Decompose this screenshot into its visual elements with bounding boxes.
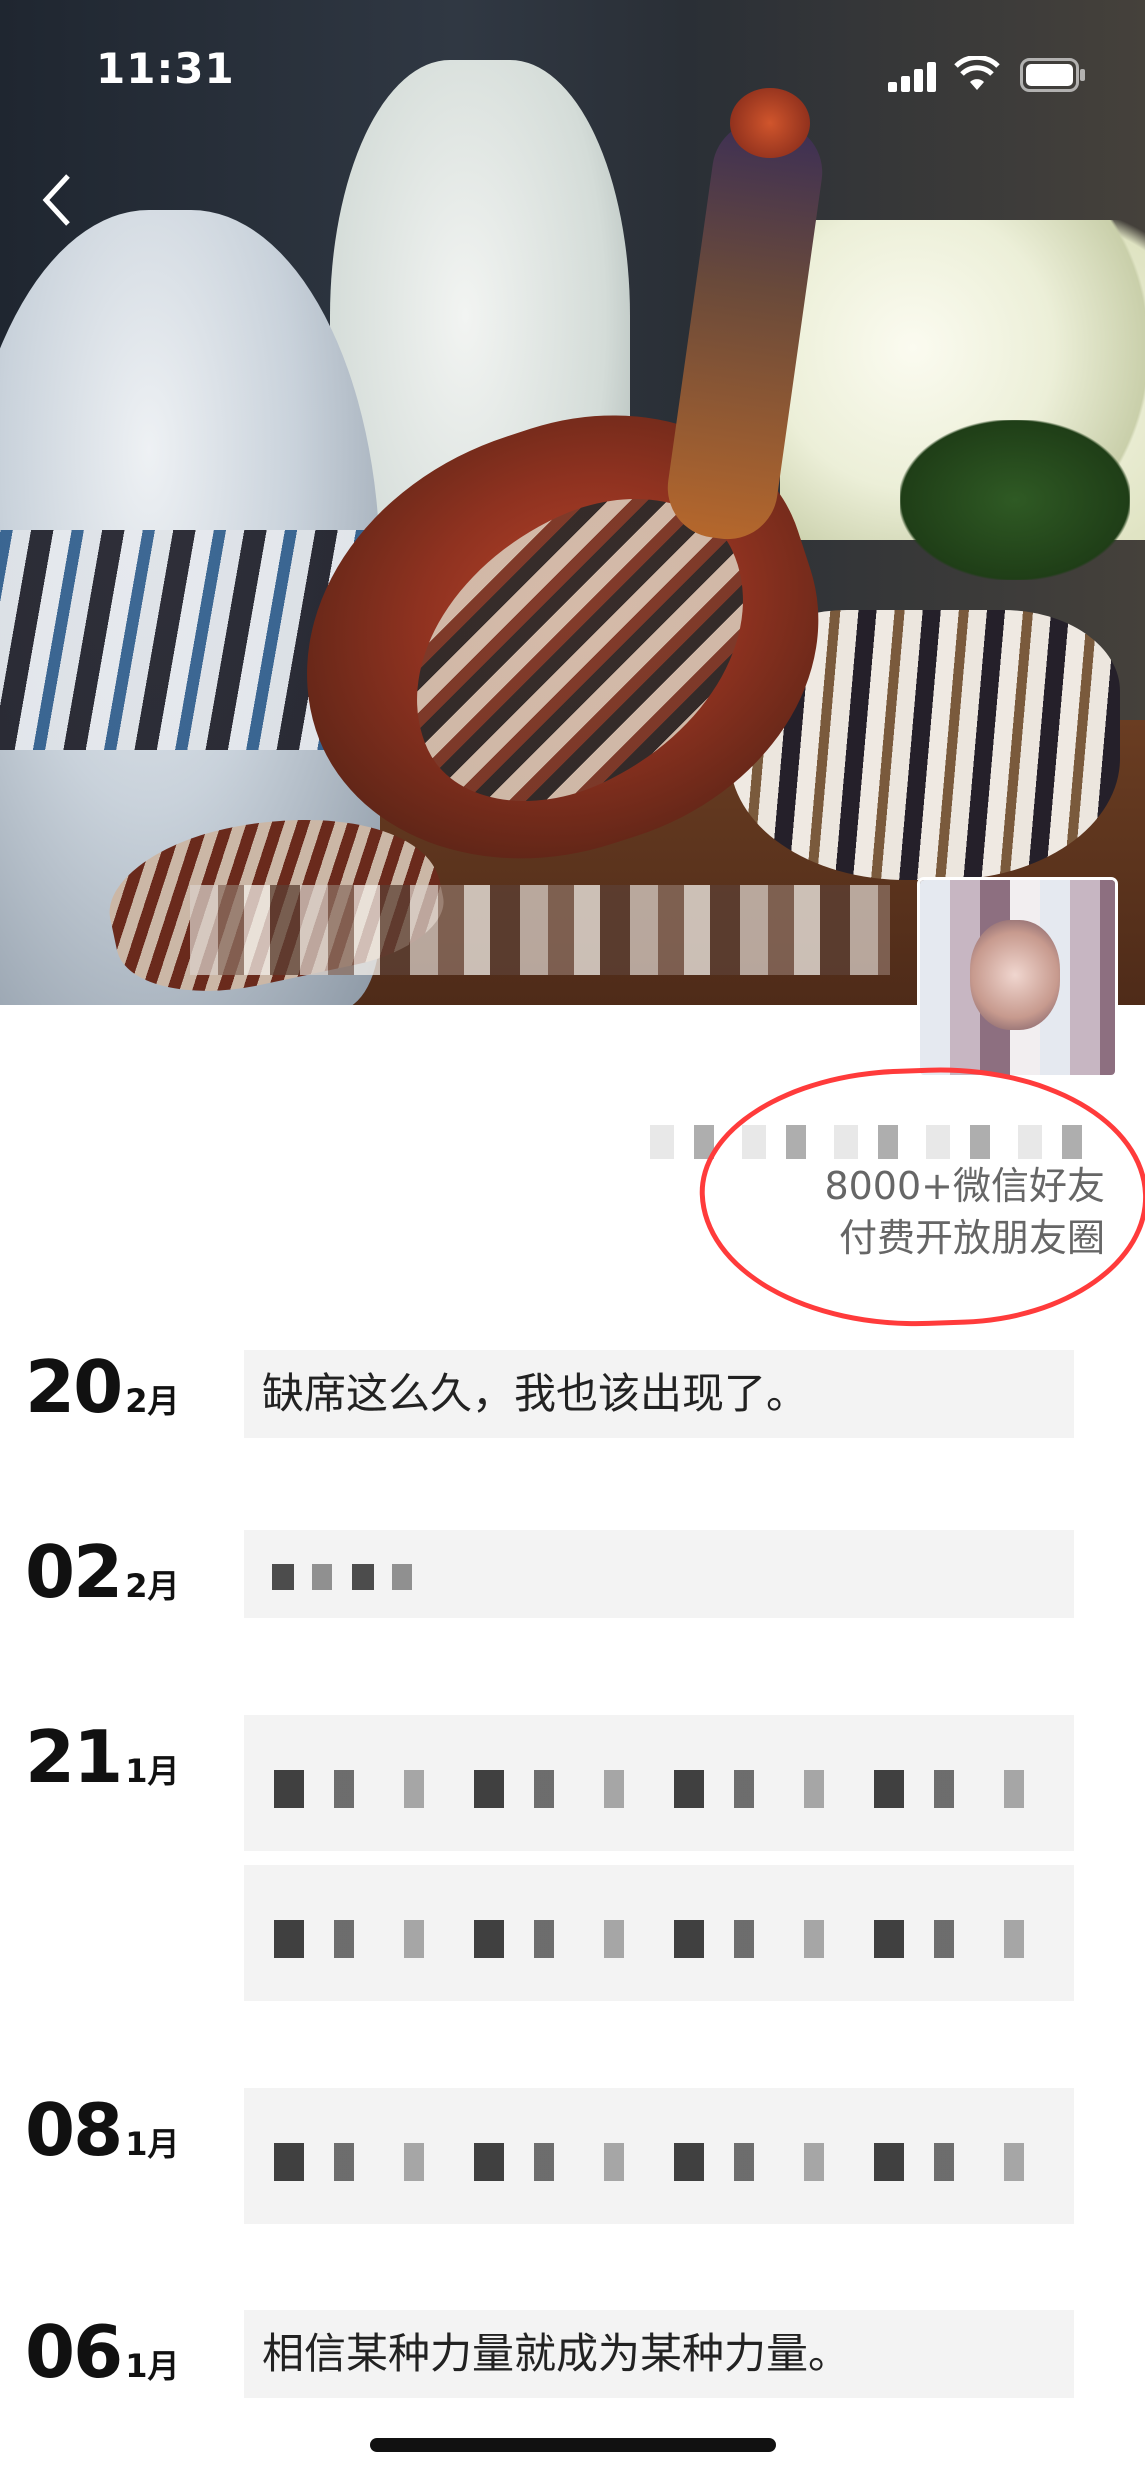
post-month: 1月 <box>125 2347 180 2385</box>
cover-photo[interactable] <box>0 0 1145 1005</box>
post-month: 1月 <box>125 1752 180 1790</box>
post-date: 20 2月 <box>25 1345 179 1429</box>
post-date: 06 1月 <box>25 2310 179 2394</box>
post-day: 08 <box>25 2088 123 2172</box>
back-chevron-icon[interactable] <box>38 170 86 240</box>
post-text[interactable]: 缺席这么久，我也该出现了。 <box>244 1350 1074 1438</box>
post-month: 2月 <box>125 1382 180 1420</box>
post-date: 02 2月 <box>25 1530 179 1614</box>
post-day: 06 <box>25 2310 123 2394</box>
post-text-mosaic[interactable] <box>244 2088 1074 2224</box>
post-month: 1月 <box>125 2125 180 2163</box>
home-indicator[interactable] <box>370 2438 776 2452</box>
post-date: 08 1月 <box>25 2088 179 2172</box>
post-date: 21 1月 <box>25 1715 179 1799</box>
post-day: 02 <box>25 1530 123 1614</box>
post-text-mosaic[interactable] <box>244 1530 1074 1618</box>
post-month: 2月 <box>125 1567 180 1605</box>
red-annotation-circle <box>695 1060 1145 1334</box>
username-mosaic <box>190 885 890 975</box>
post-text-mosaic[interactable] <box>244 1865 1074 2001</box>
green-leaves <box>900 420 1130 580</box>
wifi-icon <box>954 56 1000 90</box>
status-bar: 11:31 <box>0 0 1145 140</box>
post-text[interactable]: 相信某种力量就成为某种力量。 <box>244 2310 1074 2398</box>
status-time: 11:31 <box>96 44 235 93</box>
post-text-mosaic[interactable] <box>244 1715 1074 1851</box>
cellular-signal-icon <box>888 62 938 92</box>
post-day: 21 <box>25 1715 123 1799</box>
avatar-face <box>970 920 1060 1030</box>
post-day: 20 <box>25 1345 123 1429</box>
battery-icon <box>1020 58 1085 92</box>
avatar[interactable] <box>920 880 1115 1075</box>
